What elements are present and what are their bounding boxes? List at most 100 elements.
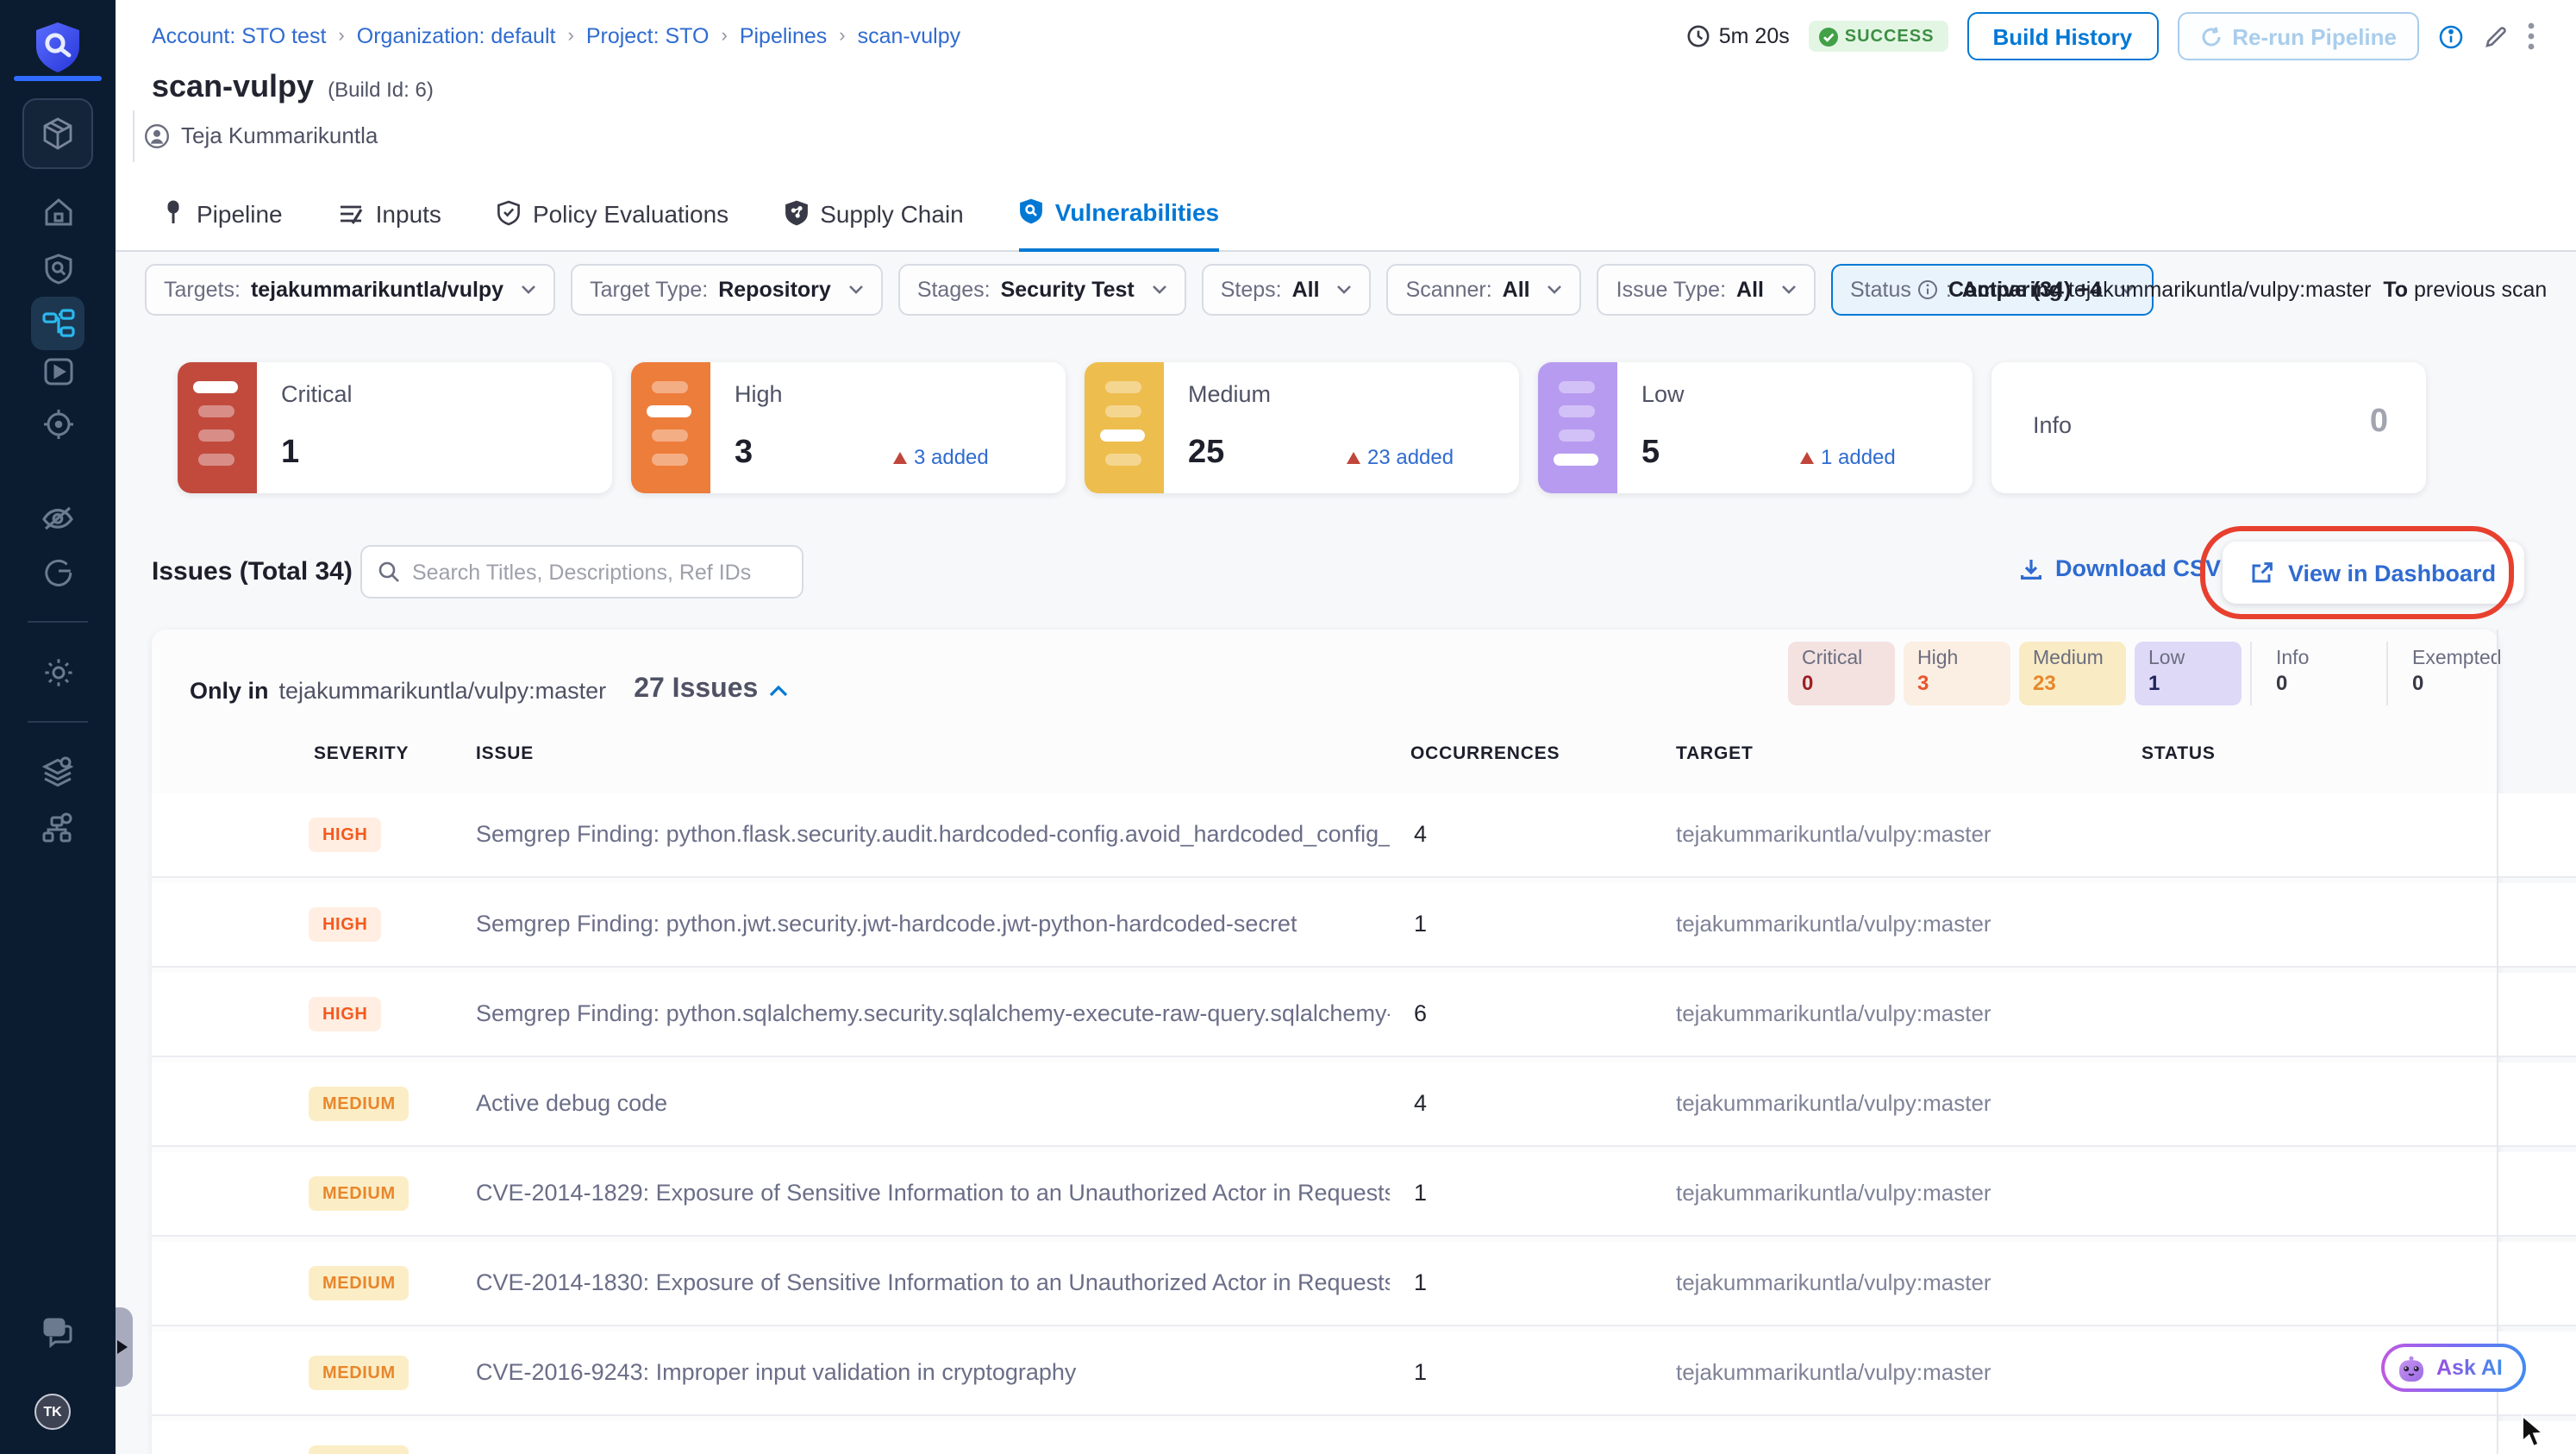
issues-search[interactable] bbox=[360, 545, 803, 599]
filter-steps[interactable]: Steps: All bbox=[1201, 264, 1372, 316]
target-value: tejakummarikuntla/vulpy:master bbox=[1676, 911, 1991, 937]
sidebar-item-help[interactable]: ? bbox=[0, 1314, 116, 1349]
header-actions: 5m 20s SUCCESS Build History Re-run Pipe… bbox=[1686, 12, 2535, 60]
filter-issue-type[interactable]: Issue Type: All bbox=[1597, 264, 1816, 316]
breadcrumb-pipelines[interactable]: Pipelines bbox=[740, 24, 827, 48]
sidebar-item-pipelines-active[interactable] bbox=[31, 297, 84, 350]
breadcrumb-pipeline-name[interactable]: scan-vulpy bbox=[858, 24, 961, 48]
pipeline-tab-icon bbox=[162, 200, 184, 226]
issue-title: Active debug code bbox=[476, 1090, 668, 1116]
group-severity-pills: Critical 0 High 3 Medium 23 Low 1 Info 0 Exem… bbox=[1788, 642, 2523, 705]
table-row[interactable]: HIGH Semgrep Finding: python.flask.secur… bbox=[152, 793, 2576, 876]
sidebar-item-project-settings[interactable] bbox=[0, 655, 116, 690]
execution-tabs: Pipeline Inputs Policy Evaluations Suppl… bbox=[162, 185, 1220, 252]
target-value: tejakummarikuntla/vulpy:master bbox=[1676, 1269, 1991, 1295]
filter-label: Target Type: bbox=[590, 278, 709, 302]
card-info[interactable]: Info 0 bbox=[1991, 362, 2426, 493]
group-header[interactable]: Only in tejakummarikuntla/vulpy:master 2… bbox=[190, 674, 787, 705]
author-row: Teja Kummarikuntla bbox=[145, 122, 378, 148]
filter-value: Repository bbox=[718, 278, 831, 302]
shield-check-icon bbox=[497, 200, 521, 226]
sidebar-item-executions[interactable] bbox=[0, 355, 116, 388]
severity-badge: HIGH bbox=[309, 997, 382, 1031]
table-header: SEVERITY ISSUE OCCURRENCES TARGET STATUS bbox=[152, 736, 2498, 774]
target-value: tejakummarikuntla/vulpy:master bbox=[1676, 1000, 1991, 1026]
filter-label: Status bbox=[1850, 278, 1911, 302]
sidebar-item-exemptions[interactable] bbox=[0, 502, 116, 535]
user-avatar[interactable]: TK bbox=[34, 1394, 71, 1430]
sidebar-divider bbox=[28, 721, 88, 723]
occurrences-value: 4 bbox=[1414, 821, 1428, 847]
sidebar-item-targets[interactable] bbox=[0, 407, 116, 442]
info-circle-icon[interactable] bbox=[2438, 23, 2464, 49]
filter-target-type[interactable]: Target Type: Repository bbox=[571, 264, 883, 316]
edit-pencil-icon[interactable] bbox=[2483, 23, 2509, 49]
executions-play-icon bbox=[41, 355, 75, 388]
target-value: tejakummarikuntla/vulpy:master bbox=[1676, 1180, 1991, 1206]
search-input[interactable] bbox=[412, 560, 774, 584]
group-target: tejakummarikuntla/vulpy:master bbox=[278, 677, 607, 703]
clock-icon bbox=[1686, 24, 1710, 48]
sidebar-item-getting-started[interactable] bbox=[0, 555, 116, 590]
breadcrumb-org[interactable]: Organization: default bbox=[357, 24, 556, 48]
col-occurrences: OCCURRENCES bbox=[1410, 743, 1560, 764]
tab-inputs[interactable]: Inputs bbox=[338, 185, 441, 252]
module-cube-icon bbox=[40, 116, 76, 152]
sidebar-item-home[interactable] bbox=[0, 195, 116, 229]
high-gauge-icon bbox=[631, 362, 710, 493]
sidebar-item-org-settings[interactable] bbox=[0, 811, 116, 845]
filter-stages[interactable]: Stages: Security Test bbox=[897, 264, 1186, 316]
filter-label: Issue Type: bbox=[1616, 278, 1727, 302]
filter-value: All bbox=[1502, 278, 1530, 302]
filter-scanner[interactable]: Scanner: All bbox=[1386, 264, 1582, 316]
external-link-icon bbox=[2250, 561, 2274, 585]
breadcrumb-project[interactable]: Project: STO bbox=[586, 24, 710, 48]
breadcrumb-separator: › bbox=[839, 26, 846, 47]
comparing-label: Comparing tejakummarikuntla/vulpy:master… bbox=[1948, 278, 2548, 302]
table-row[interactable]: MEDIUM CVE-2016-9243: Improper input val… bbox=[152, 1332, 2576, 1414]
card-high[interactable]: High 3 3 added bbox=[631, 362, 1066, 493]
logo-accent-divider bbox=[14, 76, 102, 81]
ask-ai-button[interactable]: Ask AI bbox=[2381, 1344, 2527, 1392]
title-row: scan-vulpy (Build Id: 6) bbox=[152, 69, 434, 105]
table-row[interactable]: MEDIUM CVE-2014-1830: Exposure of Sensit… bbox=[152, 1242, 2576, 1325]
target-value: tejakummarikuntla/vulpy:master bbox=[1676, 821, 1991, 847]
tab-pipeline[interactable]: Pipeline bbox=[162, 185, 283, 252]
severity-badge: HIGH bbox=[309, 907, 382, 942]
table-row[interactable]: MEDIUM CVE-2014-1829: Exposure of Sensit… bbox=[152, 1152, 2576, 1235]
breadcrumb-account[interactable]: Account: STO test bbox=[152, 24, 326, 48]
robot-icon bbox=[2397, 1353, 2426, 1382]
left-nav-sidebar: ? TK bbox=[0, 0, 116, 1454]
tab-label: Vulnerabilities bbox=[1054, 197, 1220, 225]
build-history-button[interactable]: Build History bbox=[1966, 12, 2159, 60]
tab-supply-chain[interactable]: Supply Chain bbox=[784, 185, 964, 252]
ask-ai-label: Ask AI bbox=[2436, 1356, 2503, 1380]
card-critical[interactable]: Critical 1 bbox=[178, 362, 612, 493]
table-row-partial[interactable]: MEDIUM bbox=[152, 1421, 2576, 1454]
table-row[interactable]: HIGH Semgrep Finding: python.sqlalchemy.… bbox=[152, 973, 2576, 1056]
pill-low: Low 1 bbox=[2135, 642, 2241, 705]
table-row[interactable]: MEDIUM Active debug code 4 tejakummariku… bbox=[152, 1062, 2576, 1145]
kebab-menu-icon[interactable] bbox=[2528, 22, 2535, 50]
sidebar-item-default-settings[interactable] bbox=[0, 755, 116, 790]
module-selector-button[interactable] bbox=[22, 98, 93, 169]
card-medium[interactable]: Medium 25 23 added bbox=[1085, 362, 1519, 493]
breadcrumb: Account: STO test › Organization: defaul… bbox=[152, 24, 960, 48]
filter-targets[interactable]: Targets: tejakummarikuntla/vulpy bbox=[145, 264, 556, 316]
occurrences-value: 1 bbox=[1414, 911, 1428, 937]
tab-vulnerabilities[interactable]: Vulnerabilities bbox=[1018, 185, 1220, 252]
filter-value: All bbox=[1291, 278, 1320, 302]
chevron-up-icon[interactable] bbox=[768, 684, 787, 696]
chevron-down-icon bbox=[848, 285, 863, 294]
sidebar-item-test-targets[interactable] bbox=[0, 252, 116, 286]
filter-row: Targets: tejakummarikuntla/vulpy Target … bbox=[145, 264, 2154, 316]
rerun-pipeline-button[interactable]: Re-run Pipeline bbox=[2177, 12, 2419, 60]
card-low[interactable]: Low 5 1 added bbox=[1538, 362, 1973, 493]
severity-badge: MEDIUM bbox=[309, 1087, 410, 1121]
card-value: 5 bbox=[1641, 435, 1660, 471]
severity-badge: MEDIUM bbox=[309, 1356, 410, 1390]
download-csv-button[interactable]: Download CSV bbox=[2019, 555, 2221, 581]
view-in-dashboard-button[interactable]: View in Dashboard bbox=[2223, 542, 2524, 604]
tab-policy-evaluations[interactable]: Policy Evaluations bbox=[497, 185, 728, 252]
table-row[interactable]: HIGH Semgrep Finding: python.jwt.securit… bbox=[152, 883, 2576, 966]
